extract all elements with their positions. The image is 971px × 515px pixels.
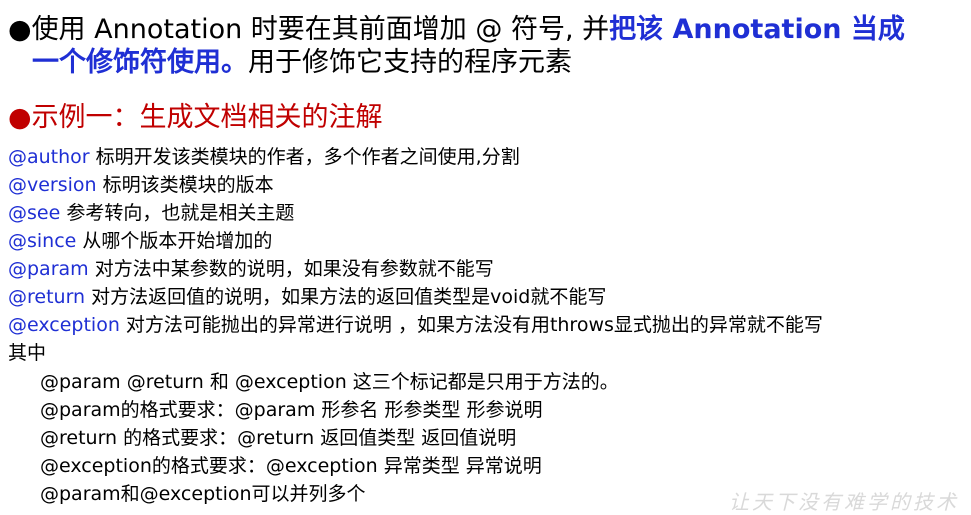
tag-name: @version [8,174,97,196]
tag-line-since: @since 从哪个版本开始增加的 [8,227,272,255]
note-line: @exception的格式要求：@exception 异常类型 异常说明 [40,455,542,477]
intro-line-2: 一个修饰符使用。用于修饰它支持的程序元素 [32,43,572,83]
tag-line-return: @return 对方法返回值的说明，如果方法的返回值类型是void就不能写 [8,283,606,311]
tag-desc: 参考转向，也就是相关主题 [60,202,295,224]
tag-desc: 标明该类模块的版本 [96,174,274,196]
tag-line-exception: @exception 对方法可能抛出的异常进行说明 ，如果方法没有用throws… [8,311,823,339]
tag-name: @author [8,146,90,168]
tag-name: @since [8,230,77,252]
note-line: @param的格式要求：@param 形参名 形参类型 形参说明 [40,399,543,421]
tag-desc: 从哪个版本开始增加的 [76,230,273,252]
intro-text-2: 用于修饰它支持的程序元素 [248,47,572,78]
tag-desc: 对方法可能抛出的异常进行说明 ，如果方法没有用throws显式抛出的异常就不能写 [119,314,823,336]
tag-desc-wrap: 其中 [8,342,47,364]
tag-desc: 对方法返回值的说明，如果方法的返回值类型是void就不能写 [85,286,607,308]
tag-line-version: @version 标明该类模块的版本 [8,171,274,199]
tag-name: @return [8,286,86,308]
tag-desc: 标明开发该类模块的作者，多个作者之间使用,分割 [89,146,520,168]
example-title: 示例一：生成文档相关的注解 [31,102,383,133]
intro-emphasis: 把该 Annotation 当成 [609,14,905,45]
tag-name: @see [8,202,61,224]
example-heading: ●示例一：生成文档相关的注解 [8,98,383,138]
intro-emphasis-2: 一个修饰符使用。 [32,47,248,78]
tag-line-param: @param 对方法中某参数的说明，如果没有参数就不能写 [8,255,494,283]
tag-line-author: @author 标明开发该类模块的作者，多个作者之间使用,分割 [8,143,520,171]
note-line: @return 的格式要求：@return 返回值类型 返回值说明 [40,427,517,449]
watermark: 让天下没有难学的技术 [729,490,959,514]
bullet-icon: ● [8,102,32,133]
tag-name: @exception [8,314,120,336]
tag-desc: 对方法中某参数的说明，如果没有参数就不能写 [88,258,494,280]
note-line: @param和@exception可以并列多个 [40,483,366,505]
intro-text: 使用 Annotation 时要在其前面增加 @ 符号, 并 [31,14,610,45]
tag-line-see: @see 参考转向，也就是相关主题 [8,199,294,227]
tag-line-exception-wrap: 其中 [8,339,46,367]
tag-name: @param [8,258,89,280]
bullet-icon: ● [8,14,32,45]
note-line: @param @return 和 @exception 这三个标记都是只用于方法… [40,371,619,393]
